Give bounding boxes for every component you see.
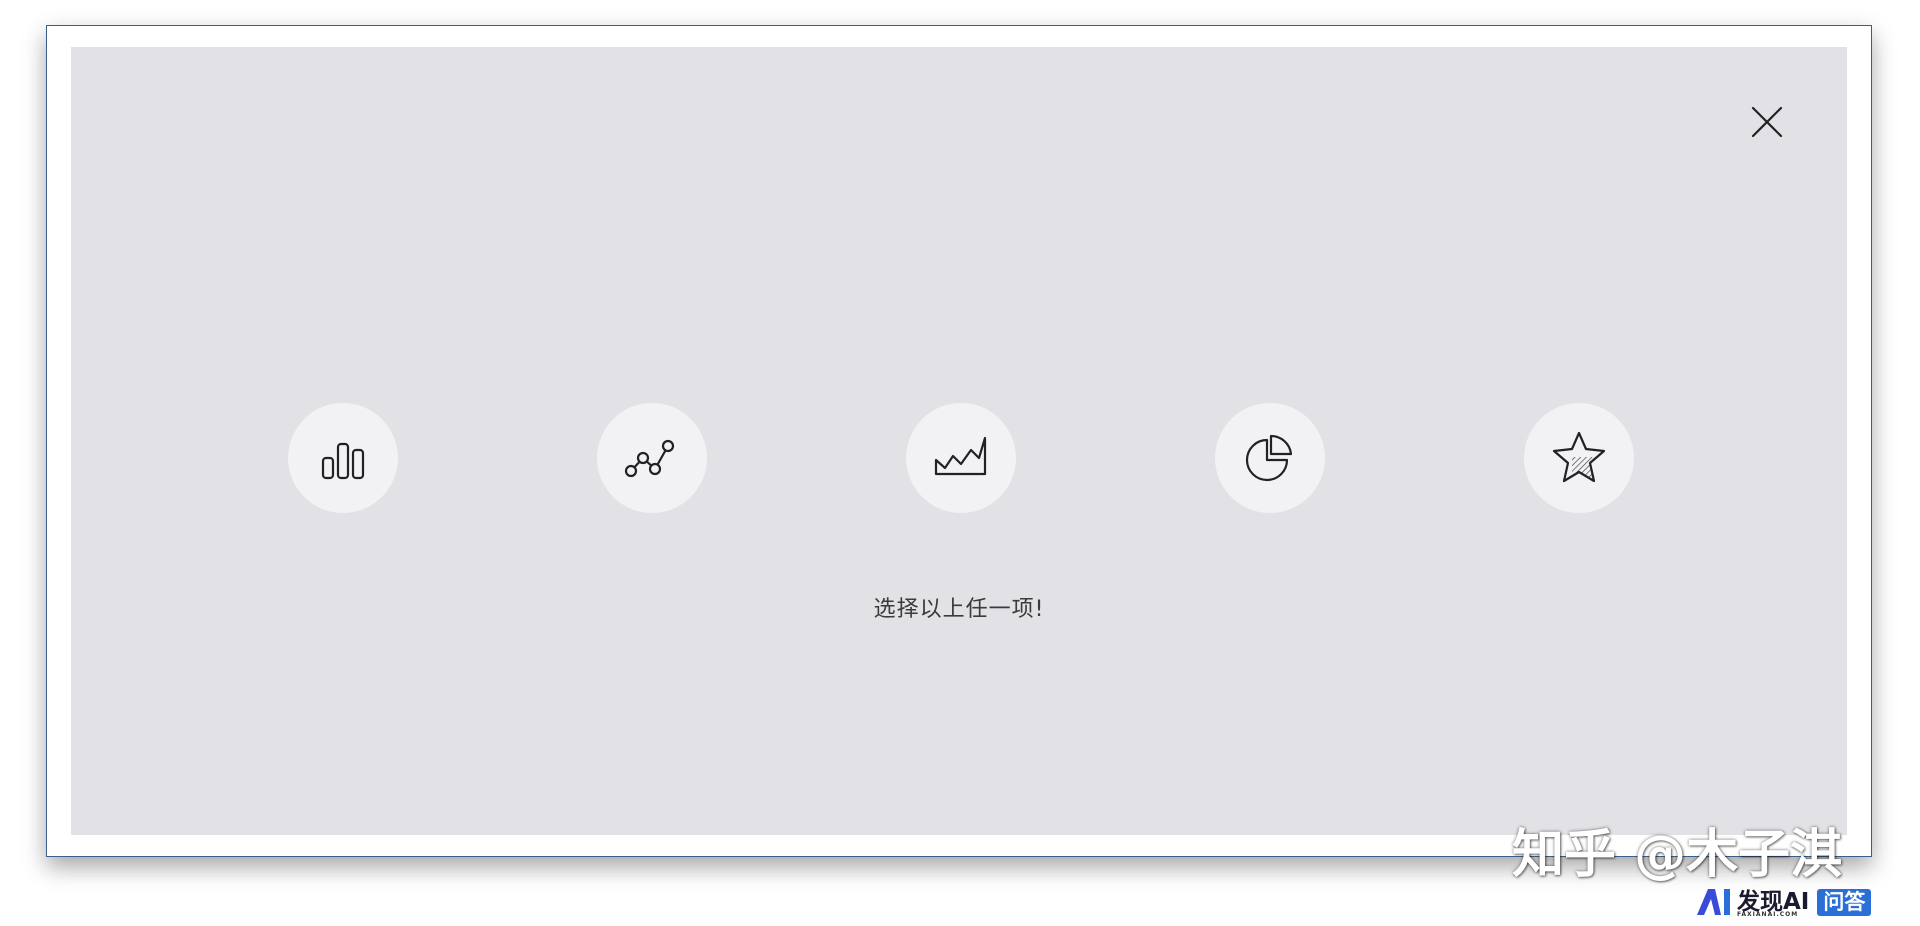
brand-logo-icon xyxy=(1697,889,1730,915)
pie-chart-icon xyxy=(1245,434,1293,482)
option-pie-chart[interactable] xyxy=(1215,403,1325,513)
brand-qa-badge: 问答 xyxy=(1817,888,1872,916)
close-button[interactable] xyxy=(1747,102,1787,142)
area-chart-icon xyxy=(934,436,987,476)
dialog-frame: 选择以上任一项! xyxy=(46,25,1872,857)
watermark: 知乎 @木子淇 xyxy=(1512,825,1843,885)
bar-chart-icon xyxy=(321,442,365,480)
brand-badge: 发现AI FAXIANAI.COM 问答 xyxy=(1695,883,1872,921)
brand-sub: FAXIANAI.COM xyxy=(1737,911,1799,918)
option-bar-chart[interactable] xyxy=(288,403,398,513)
selection-prompt: 选择以上任一项! xyxy=(873,597,1045,622)
line-chart-icon xyxy=(624,439,675,478)
chart-options xyxy=(71,403,1847,513)
option-star[interactable] xyxy=(1524,403,1634,513)
option-line-chart[interactable] xyxy=(597,403,707,513)
star-icon xyxy=(1552,431,1606,483)
dialog-panel: 选择以上任一项! xyxy=(71,47,1847,835)
option-area-chart[interactable] xyxy=(906,403,1016,513)
close-icon xyxy=(1751,106,1783,138)
